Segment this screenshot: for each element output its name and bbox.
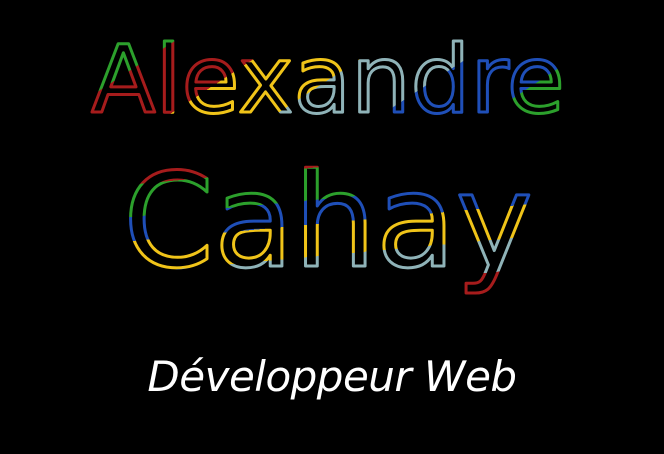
- name-title: Alexandre Cahay: [90, 25, 567, 299]
- last-name-text: Cahay: [123, 145, 532, 297]
- page: Alexandre Cahay Développeur Web: [0, 0, 664, 454]
- job-title: Développeur Web: [147, 352, 517, 401]
- first-name-text: Alexandre: [91, 26, 565, 135]
